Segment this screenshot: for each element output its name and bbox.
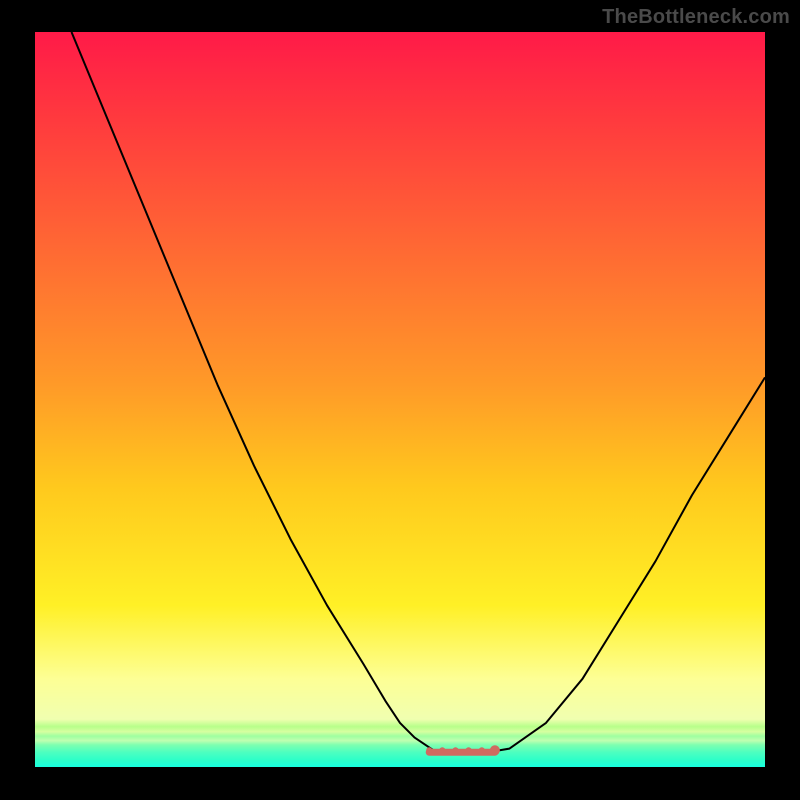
curve-svg — [35, 32, 765, 767]
flat-zone-marker — [426, 747, 432, 753]
watermark-text: TheBottleneck.com — [602, 6, 790, 29]
chart-frame: TheBottleneck.com — [0, 0, 800, 800]
flat-zone-marker — [466, 747, 472, 753]
bottleneck-curve — [72, 32, 766, 752]
flat-zone-marker — [479, 747, 485, 753]
plot-area — [35, 32, 765, 767]
flat-zone-marker — [439, 747, 445, 753]
flat-zone-marker — [453, 747, 459, 753]
flat-zone-marker — [490, 745, 500, 755]
